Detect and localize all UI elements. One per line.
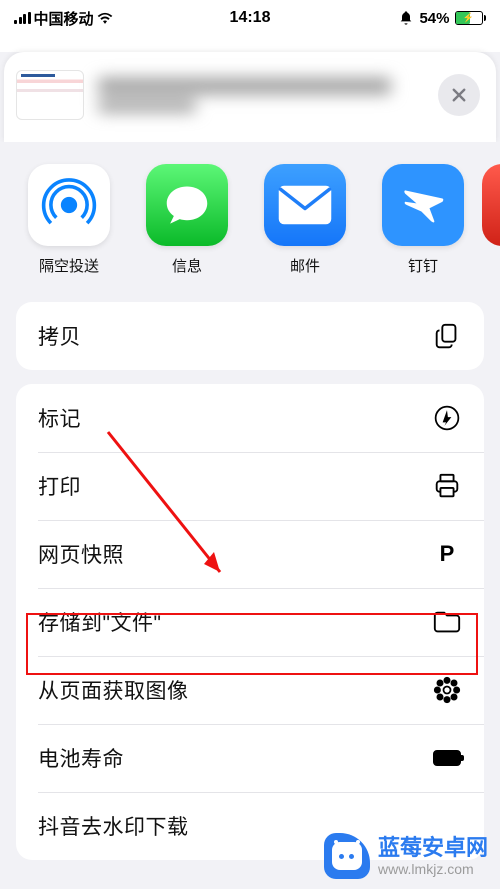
action-save-to-files[interactable]: 存储到"文件" [16, 588, 484, 656]
app-label: 隔空投送 [10, 255, 128, 276]
status-bar: 中国移动 14:18 54% ⚡ [0, 0, 500, 36]
action-battery-life[interactable]: 电池寿命 [16, 724, 484, 792]
mail-icon [277, 184, 333, 226]
action-label: 打印 [38, 471, 81, 501]
share-app-dingtalk[interactable]: 钉钉 [364, 164, 482, 276]
action-label: 标记 [38, 403, 81, 433]
clock: 14:18 [230, 9, 271, 27]
action-label: 从页面获取图像 [38, 675, 189, 705]
close-icon [450, 86, 468, 104]
status-left: 中国移动 [14, 8, 113, 29]
action-label: 拷贝 [38, 321, 81, 351]
battery-percent-label: 54% [419, 10, 449, 27]
action-group-main: 标记 打印 网页快照 P 存储到"文件" 从页面获取图像 电池寿命 抖音去水印 [16, 384, 484, 860]
share-app-next-peek[interactable] [482, 164, 500, 276]
watermark-title: 蓝莓安卓网 [378, 834, 488, 862]
action-get-images[interactable]: 从页面获取图像 [16, 656, 484, 724]
watermark-logo [324, 833, 370, 879]
alarm-icon [398, 10, 414, 26]
status-right: 54% ⚡ [398, 10, 486, 27]
battery-icon: ⚡ [455, 11, 487, 25]
action-copy[interactable]: 拷贝 [16, 302, 484, 370]
action-label: 抖音去水印下载 [38, 811, 189, 841]
action-markup[interactable]: 标记 [16, 384, 484, 452]
pocket-icon: P [432, 539, 462, 569]
share-apps-row[interactable]: 隔空投送 信息 邮件 钉钉 [0, 142, 500, 302]
close-button[interactable] [438, 74, 480, 116]
action-label: 网页快照 [38, 539, 124, 569]
carrier-label: 中国移动 [34, 8, 94, 29]
action-label: 存储到"文件" [38, 607, 161, 637]
markup-icon [432, 403, 462, 433]
action-print[interactable]: 打印 [16, 452, 484, 520]
share-app-airdrop[interactable]: 隔空投送 [10, 164, 128, 276]
watermark: 蓝莓安卓网 www.lmkjz.com [324, 833, 488, 879]
copy-icon [432, 321, 462, 351]
share-sheet-header [4, 52, 496, 142]
app-label: 邮件 [246, 255, 364, 276]
airdrop-icon [40, 176, 98, 234]
signal-icon [14, 12, 31, 24]
battery-full-icon [432, 743, 462, 773]
content-title-blurred [98, 70, 424, 120]
watermark-url: www.lmkjz.com [378, 861, 488, 879]
action-group-copy: 拷贝 [16, 302, 484, 370]
content-thumbnail [16, 70, 84, 120]
folder-icon [432, 607, 462, 637]
share-app-mail[interactable]: 邮件 [246, 164, 364, 276]
app-label: 钉钉 [364, 255, 482, 276]
print-icon [432, 471, 462, 501]
gear-flower-icon [432, 675, 462, 705]
wifi-icon [97, 12, 113, 25]
action-web-snapshot[interactable]: 网页快照 P [16, 520, 484, 588]
messages-icon [160, 178, 214, 232]
share-app-messages[interactable]: 信息 [128, 164, 246, 276]
action-label: 电池寿命 [38, 743, 124, 773]
dingtalk-icon [397, 179, 449, 231]
app-label: 信息 [128, 255, 246, 276]
